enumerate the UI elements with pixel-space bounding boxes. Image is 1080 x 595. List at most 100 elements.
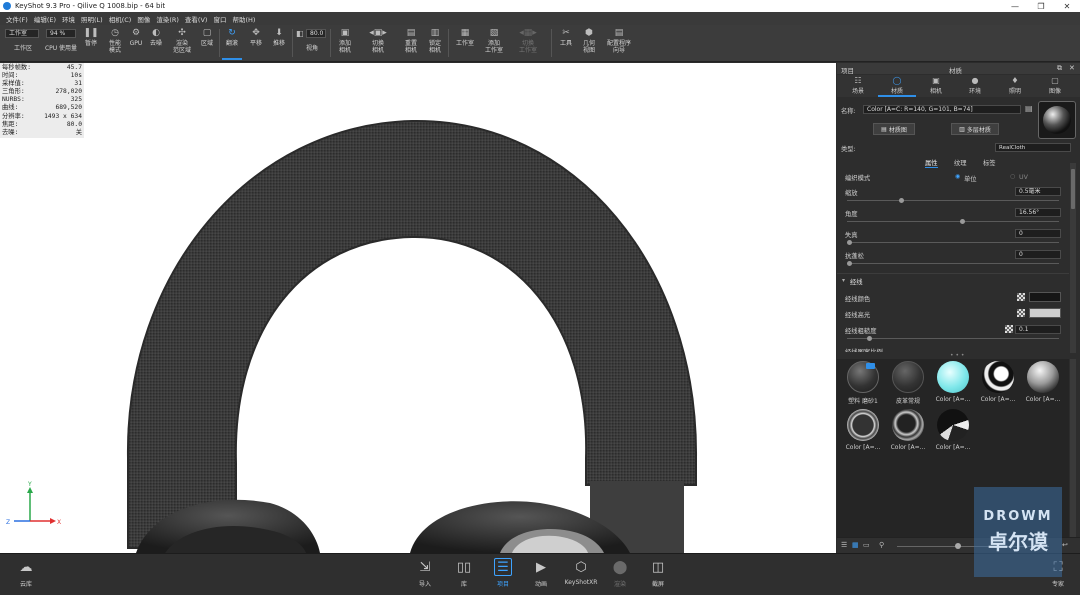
subtab-properties[interactable]: 属性: [925, 158, 938, 168]
subtab-textures[interactable]: 纹理: [954, 158, 967, 167]
cpu-usage-field[interactable]: 94 %: [46, 29, 76, 38]
tab-camera[interactable]: ▣ 相机: [917, 76, 955, 97]
animation-button[interactable]: ▶ 动画: [525, 558, 557, 592]
fuzz-slider-track[interactable]: [847, 263, 1059, 264]
close-button[interactable]: ✕: [1054, 0, 1080, 12]
thumbnail-view-icon[interactable]: ▭: [863, 541, 870, 549]
unit-radio-icon[interactable]: ◉: [955, 173, 960, 180]
project-button[interactable]: ☰ 项目: [487, 558, 519, 592]
render-viewport[interactable]: 每秒帧数: 45.7 时间: 10s 采样值: 31 三角形: 278,020 NURB…: [0, 63, 836, 553]
library-material-item[interactable]: Color [A=...: [841, 409, 885, 457]
screenshot-button[interactable]: ◫ 截屏: [642, 558, 674, 592]
warp-highlight-swatch[interactable]: [1029, 308, 1061, 318]
render-button[interactable]: ⬤ 渲染: [604, 558, 636, 592]
properties-scrollbar-thumb[interactable]: [1071, 169, 1075, 209]
tab-environment[interactable]: ● 环境: [956, 76, 994, 97]
region-button[interactable]: ▢ 区域: [198, 28, 216, 60]
tab-material[interactable]: ◯ 材质: [878, 76, 916, 97]
distortion-slider-track[interactable]: [847, 242, 1059, 243]
fuzz-input[interactable]: 0: [1015, 250, 1061, 259]
reset-camera-button[interactable]: ▤ 重置 相机: [400, 28, 422, 60]
warp-highlight-texture-icon[interactable]: [1017, 309, 1025, 317]
warp-roughness-slider-track[interactable]: [847, 338, 1059, 339]
import-button[interactable]: ⇲ 导入: [409, 558, 441, 592]
menu-environment[interactable]: 环境: [59, 14, 78, 24]
panel-float-icon[interactable]: ⧉: [1057, 64, 1062, 73]
cloud-library-button[interactable]: ☁ 云库: [10, 558, 42, 592]
scale-slider-handle[interactable]: [899, 198, 904, 203]
menu-image[interactable]: 图像: [134, 14, 153, 24]
switch-studio-button[interactable]: ◂▦▸ 切换 工作室: [514, 28, 542, 60]
studio-button[interactable]: ▦ 工作室: [452, 28, 478, 60]
switch-camera-button[interactable]: ◂▣▸ 切换 相机: [366, 28, 390, 60]
warp-section-title[interactable]: 经线: [850, 277, 863, 286]
angle-input[interactable]: 16.56°: [1015, 208, 1061, 217]
pan-button[interactable]: ✥ 平移: [246, 28, 266, 60]
library-material-item[interactable]: Color [A=...: [931, 361, 975, 409]
denoise-button[interactable]: ◐ 去噪: [147, 28, 165, 60]
scale-input[interactable]: 0.5毫米: [1015, 187, 1061, 196]
panel-close-icon[interactable]: ✕: [1069, 64, 1075, 72]
properties-scrollbar[interactable]: [1070, 163, 1076, 353]
render-area-button[interactable]: ✣ 渲染 范区域: [170, 28, 194, 60]
geometry-view-button[interactable]: ⬢ 几何 视图: [578, 28, 600, 60]
material-name-input[interactable]: Color [A=C: R=140, G=101, B=74]: [863, 105, 1021, 114]
pause-button[interactable]: ❚❚ 暂停: [82, 28, 100, 60]
material-type-select[interactable]: RealCloth: [995, 143, 1071, 152]
warp-roughness-texture-icon[interactable]: [1005, 325, 1013, 333]
scale-slider-track[interactable]: [847, 200, 1059, 201]
dolly-button[interactable]: ⬇ 推移: [269, 28, 289, 60]
menu-view[interactable]: 查看(V): [182, 14, 211, 24]
add-camera-button[interactable]: ▣ 添加 相机: [334, 28, 356, 60]
menu-file[interactable]: 文件(F): [3, 14, 31, 24]
library-material-item[interactable]: Color [A=...: [886, 409, 930, 457]
menu-edit[interactable]: 编辑(E): [31, 14, 59, 24]
fuzz-slider-handle[interactable]: [847, 261, 852, 266]
configurator-wizard-button[interactable]: ▤ 配置程序 向导: [602, 28, 636, 60]
angle-slider-track[interactable]: [847, 221, 1059, 222]
warp-color-texture-icon[interactable]: [1017, 293, 1025, 301]
warp-color-swatch[interactable]: [1029, 292, 1061, 302]
minimize-button[interactable]: —: [1002, 0, 1028, 12]
settings-icon[interactable]: ↩: [1062, 541, 1068, 549]
distortion-slider-handle[interactable]: [847, 240, 852, 245]
workspace-select[interactable]: 工作室: [5, 29, 39, 38]
warp-roughness-slider-handle[interactable]: [867, 336, 872, 341]
library-material-item[interactable]: Color [A=...: [1021, 361, 1065, 409]
library-material-item[interactable]: 皮革常规: [886, 361, 930, 409]
tumble-button[interactable]: ↻ 翻滚: [222, 28, 242, 60]
menu-window[interactable]: 窗口: [210, 14, 229, 24]
tab-image[interactable]: ▢ 图像: [1036, 76, 1074, 97]
save-material-icon[interactable]: ▤: [1025, 104, 1033, 113]
splitter-handle-icon[interactable]: • • •: [950, 352, 964, 359]
menu-help[interactable]: 帮助(H): [229, 14, 258, 24]
performance-mode-button[interactable]: ◷ 性能 模式: [104, 28, 126, 60]
library-button[interactable]: ▯▯ 库: [448, 558, 480, 592]
warp-roughness-input[interactable]: 0.1: [1015, 325, 1061, 334]
fov-field[interactable]: 80.0: [306, 29, 326, 38]
menu-render[interactable]: 渲染(R): [153, 14, 182, 24]
thumbnail-size-slider-handle[interactable]: [955, 543, 961, 549]
uv-radio-icon[interactable]: ○: [1010, 173, 1015, 180]
tab-lighting[interactable]: ♦ 照明: [996, 76, 1034, 97]
tools-button[interactable]: ✂ 工具: [556, 28, 576, 60]
lock-camera-button[interactable]: ▥ 锁定 相机: [424, 28, 446, 60]
multi-layer-button[interactable]: ▥ 多层材质: [951, 123, 999, 135]
search-icon[interactable]: ⚲: [879, 541, 884, 549]
add-studio-button[interactable]: ▧ 添加 工作室: [482, 28, 506, 60]
tab-scene[interactable]: ☷ 场景: [839, 76, 877, 97]
angle-slider-handle[interactable]: [960, 219, 965, 224]
maximize-button[interactable]: ❐: [1028, 0, 1054, 12]
library-material-item[interactable]: Color [A=...: [931, 409, 975, 457]
gpu-button[interactable]: ⚙ GPU: [128, 28, 144, 60]
list-view-icon[interactable]: ☰: [841, 541, 847, 549]
library-material-item[interactable]: Color [A=...: [976, 361, 1020, 409]
grid-view-icon[interactable]: ▦: [852, 541, 859, 549]
keyshotxr-button[interactable]: ⬡ KeyShotXR: [564, 558, 598, 592]
distortion-input[interactable]: 0: [1015, 229, 1061, 238]
library-scrollbar[interactable]: [1070, 359, 1076, 537]
menu-lighting[interactable]: 照明(L): [78, 14, 106, 24]
library-material-item[interactable]: 塑料 磨砂1: [841, 361, 885, 409]
material-graph-button[interactable]: ▤ 材质图: [873, 123, 915, 135]
material-preview-thumbnail[interactable]: [1038, 101, 1076, 139]
